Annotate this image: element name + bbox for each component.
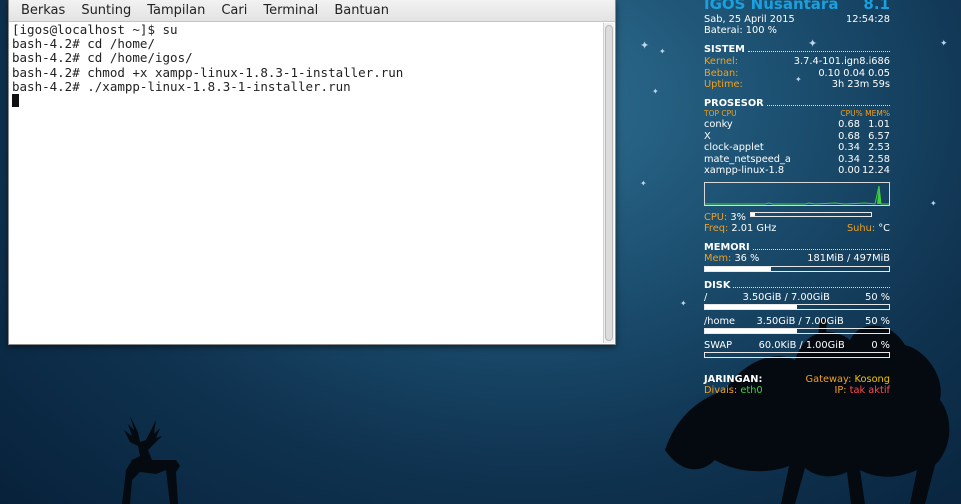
section-sistem: SISTEM bbox=[704, 44, 890, 55]
network-heading: JARINGAN: bbox=[704, 374, 763, 386]
disk-usage: 3.50GiB / 7.00GiB bbox=[756, 315, 844, 327]
process-name: X bbox=[704, 130, 711, 142]
disk-usage-bar bbox=[704, 328, 890, 334]
section-memori: MEMORI bbox=[704, 242, 890, 253]
terminal-line: bash-4.2# ./xampp-linux-1.8.3-1-installe… bbox=[12, 78, 351, 94]
temp-label: Suhu: bbox=[846, 223, 876, 235]
star-icon: ✦ bbox=[640, 39, 650, 52]
memory-usage-bar bbox=[704, 265, 890, 272]
mem-percent: 36 % bbox=[734, 253, 760, 265]
star-icon: ✦ bbox=[940, 39, 948, 49]
terminal-scrollbar[interactable] bbox=[603, 23, 614, 343]
uptime-label: Uptime: bbox=[704, 78, 743, 90]
disk-mount: / bbox=[704, 291, 708, 303]
disk-mount: SWAP bbox=[704, 340, 732, 351]
process-mem: 12.24 bbox=[861, 165, 890, 177]
process-mem: 6.57 bbox=[868, 130, 890, 142]
cpu-usage-bar bbox=[749, 211, 872, 217]
disk-percent: 50 % bbox=[865, 315, 890, 327]
kernel-value: 3.7.4-101.ign8.i686 bbox=[793, 56, 890, 68]
time: 12:54:28 bbox=[846, 14, 890, 25]
mem-label: Mem: bbox=[704, 253, 732, 265]
load-label: Beban: bbox=[704, 67, 739, 79]
disk-percent: 0 % bbox=[871, 340, 890, 351]
date: Sab, 25 April 2015 bbox=[704, 14, 795, 25]
disk-mount: /home bbox=[704, 315, 736, 327]
cpu-history-graph bbox=[704, 181, 890, 206]
section-disk: DISK bbox=[704, 280, 890, 291]
star-icon: ✦ bbox=[659, 47, 666, 56]
section-heading: MEMORI bbox=[704, 242, 750, 254]
cpu-usage: 3% bbox=[730, 211, 746, 223]
process-name: mate_netspeed_a bbox=[704, 153, 791, 165]
disk-usage-bar bbox=[704, 303, 890, 310]
gateway-label: Gateway: bbox=[805, 374, 852, 386]
freq-label: Freq: bbox=[704, 223, 729, 235]
menu-bantuan[interactable]: Bantuan bbox=[326, 0, 397, 21]
cpu-mem-columns: CPU% MEM% bbox=[840, 109, 890, 119]
section-heading: PROSESOR bbox=[704, 98, 764, 110]
conky-title: IGOS Nusantara 8.1 bbox=[704, 0, 890, 13]
process-name: conky bbox=[704, 119, 733, 131]
star-icon: ✦ bbox=[930, 199, 937, 208]
section-heading: SISTEM bbox=[704, 44, 745, 56]
os-name: IGOS Nusantara bbox=[704, 0, 839, 13]
menu-berkas[interactable]: Berkas bbox=[13, 0, 73, 21]
disk-usage: 3.50GiB / 7.00GiB bbox=[742, 291, 830, 303]
section-prosesor: PROSESOR bbox=[704, 98, 890, 109]
process-cpu: 0.34 bbox=[838, 142, 860, 154]
load-value: 0.10 0.04 0.05 bbox=[818, 67, 890, 79]
process-cpu: 0.68 bbox=[838, 119, 860, 131]
terminal-line: bash-4.2# cd /home/ bbox=[12, 36, 155, 52]
section-heading: DISK bbox=[704, 279, 731, 291]
disk-percent: 50 % bbox=[865, 291, 890, 303]
gateway-value: Kosong bbox=[854, 374, 890, 386]
star-icon: ✦ bbox=[652, 87, 659, 96]
device-value: eth0 bbox=[740, 385, 763, 397]
uptime-value: 3h 23m 59s bbox=[831, 78, 890, 90]
device-label: Divais: bbox=[704, 385, 738, 397]
top-cpu-label: TOP CPU bbox=[704, 109, 737, 119]
process-name: clock-applet bbox=[704, 142, 764, 154]
menu-cari[interactable]: Cari bbox=[213, 0, 255, 21]
ip-label: IP: bbox=[834, 385, 847, 397]
terminal-window[interactable]: Berkas Sunting Tampilan Cari Terminal Ba… bbox=[8, 0, 616, 345]
deer-silhouette-icon bbox=[122, 416, 180, 504]
terminal-output[interactable]: [igos@localhost ~]$ su bash-4.2# cd /home… bbox=[9, 22, 603, 344]
kernel-label: Kernel: bbox=[704, 56, 739, 68]
process-mem: 1.01 bbox=[868, 119, 890, 131]
text-cursor bbox=[12, 94, 19, 108]
process-cpu: 0.34 bbox=[838, 153, 860, 165]
swap-usage-bar bbox=[704, 352, 890, 359]
process-cpu: 0.68 bbox=[838, 130, 860, 142]
menu-tampilan[interactable]: Tampilan bbox=[139, 0, 213, 21]
process-list: conky 0.68 1.01 X 0.68 6.57 clock-applet 0.34… bbox=[704, 119, 890, 177]
cpu-frequency: 2.01 GHz bbox=[731, 223, 777, 235]
terminal-menubar: Berkas Sunting Tampilan Cari Terminal Ba… bbox=[9, 0, 615, 22]
terminal-line: [igos@localhost ~]$ su bbox=[12, 22, 178, 37]
process-cpu: 0.00 bbox=[838, 165, 860, 177]
terminal-line: bash-4.2# cd /home/igos/ bbox=[12, 50, 193, 66]
disk-usage: 60.0KiB / 1.00GiB bbox=[758, 340, 845, 351]
process-mem: 2.58 bbox=[868, 153, 890, 165]
os-version: 8.1 bbox=[863, 0, 890, 13]
menu-terminal[interactable]: Terminal bbox=[255, 0, 326, 21]
ip-value: tak aktif bbox=[849, 385, 890, 397]
conky-system-monitor: IGOS Nusantara 8.1 Sab, 25 April 2015 12… bbox=[704, 0, 890, 397]
star-icon: ✦ bbox=[640, 179, 647, 188]
menu-sunting[interactable]: Sunting bbox=[73, 0, 139, 21]
terminal-line: bash-4.2# chmod +x xampp-linux-1.8.3-1-i… bbox=[12, 64, 404, 80]
process-name: xampp-linux-1.8 bbox=[704, 165, 785, 177]
cpu-temperature: °C bbox=[878, 223, 890, 235]
cpu-label: CPU: bbox=[704, 211, 728, 223]
process-mem: 2.53 bbox=[868, 142, 890, 154]
mem-used: 181MiB / 497MiB bbox=[807, 253, 890, 265]
scrollbar-thumb[interactable] bbox=[605, 25, 613, 341]
battery-status: Baterai: 100 % bbox=[704, 25, 777, 37]
